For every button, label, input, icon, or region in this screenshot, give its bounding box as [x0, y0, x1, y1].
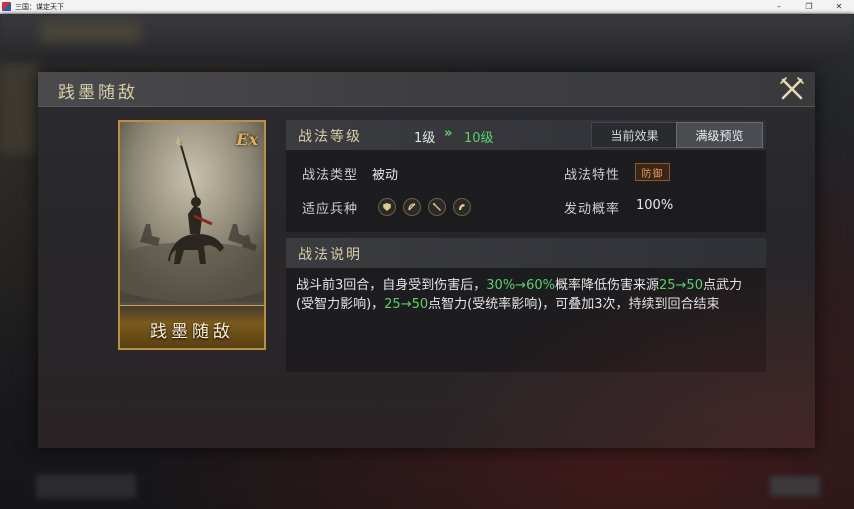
type-label: 战法类型: [302, 168, 359, 183]
tactic-description-panel: 战法说明 战斗前3回合，自身受到伤害后，30%→60%概率降低伤害来源25→50…: [286, 238, 766, 372]
description-part: 概率降低伤害来源: [554, 278, 659, 293]
unit-icons: [378, 198, 471, 216]
trait-label: 战法特性: [564, 168, 621, 183]
window-controls: – ❐ ✕: [764, 0, 854, 13]
level-from: 1级: [414, 131, 436, 146]
background-blur: [0, 64, 40, 154]
horse-unit-icon: [453, 198, 471, 216]
trait-badge: 防御: [635, 163, 670, 181]
background-bottom-left-button: [36, 474, 136, 498]
window-title: 三国：谋定天下: [15, 2, 64, 11]
units-label: 适应兵种: [302, 202, 359, 217]
card-name: 践墨随敌: [150, 322, 234, 342]
double-arrow-icon: »: [444, 126, 453, 141]
description-part-highlight: 30%→60%: [486, 278, 555, 293]
description-part: 点智力(受统率影响)，可叠加3次，持续到回合结束: [428, 297, 720, 312]
level-row: 战法等级 1级 » 10级 当前效果 满级预览: [286, 120, 766, 150]
close-x-icon[interactable]: [779, 76, 805, 102]
background-blur: [40, 22, 140, 42]
tab-current-effect[interactable]: 当前效果: [591, 122, 678, 148]
maximize-button[interactable]: ❐: [794, 0, 824, 13]
tab-max-level-preview[interactable]: 满级预览: [676, 122, 763, 148]
background-bottom-right-button: [770, 476, 820, 496]
description-text: 战斗前3回合，自身受到伤害后，30%→60%概率降低伤害来源25→50点武力(受…: [296, 276, 756, 314]
description-part-highlight: 25→50: [658, 278, 703, 293]
chance-value: 100%: [636, 198, 674, 213]
modal-header: 践墨随敌: [38, 72, 815, 107]
app-icon: [2, 2, 11, 11]
minimize-button[interactable]: –: [764, 0, 794, 13]
spear-unit-icon: [428, 198, 446, 216]
cavalry-charge-artwork: [120, 122, 264, 302]
description-title: 战法说明: [298, 247, 362, 263]
tactic-card: Ex 践墨随敌: [118, 120, 266, 350]
ex-badge: Ex: [236, 130, 258, 149]
description-part-highlight: 25→50: [384, 297, 429, 312]
modal-title: 践墨随敌: [58, 83, 138, 103]
close-window-button[interactable]: ✕: [824, 0, 854, 13]
tactic-detail-modal: 践墨随敌 Ex 践墨随敌 战法等级 1级 » 10级 当前效果 满级预览 战法类…: [38, 72, 815, 448]
level-to: 10级: [464, 131, 494, 146]
chance-label: 发动概率: [564, 202, 621, 217]
shield-unit-icon: [378, 198, 396, 216]
window-titlebar: 三国：谋定天下 – ❐ ✕: [0, 0, 854, 14]
description-header: 战法说明: [286, 238, 766, 268]
level-title: 战法等级: [298, 129, 362, 145]
bow-unit-icon: [403, 198, 421, 216]
description-part: 战斗前3回合，自身受到伤害后，: [296, 278, 487, 293]
tactic-info-panel: 战法等级 1级 » 10级 当前效果 满级预览 战法类型 被动 战法特性 防御 …: [286, 120, 766, 232]
type-value: 被动: [372, 168, 399, 183]
